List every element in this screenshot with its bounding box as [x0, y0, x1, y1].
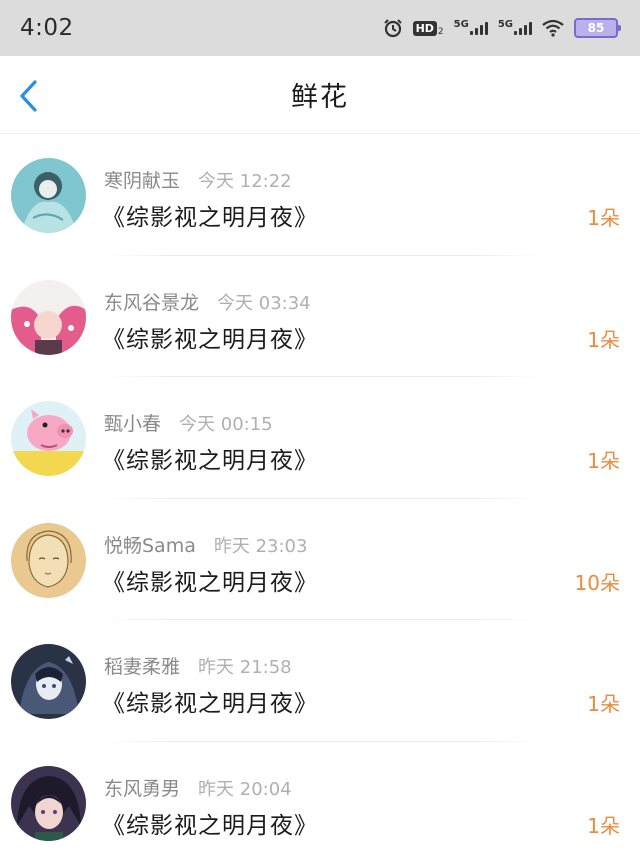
- item-meta: 悦畅Sama 昨天 23:03: [104, 531, 307, 558]
- alarm-icon: [383, 18, 403, 38]
- avatar[interactable]: [11, 401, 86, 476]
- timestamp: 今天 12:22: [198, 171, 292, 192]
- avatar[interactable]: [11, 522, 86, 598]
- timestamp: 昨天 20:04: [198, 778, 292, 800]
- book-title[interactable]: 《综影视之明月夜》: [102, 806, 318, 840]
- flower-list: 寒阴献玉 今天 12:22 《综影视之明月夜》 1朵 东风谷景龙 今天 03:3…: [0, 134, 640, 856]
- chevron-left-icon: [20, 80, 37, 112]
- page-title: 鲜花: [291, 82, 349, 113]
- timestamp: 昨天 23:03: [213, 535, 308, 557]
- book-title[interactable]: 《综影视之明月夜》: [102, 563, 318, 597]
- flower-count: 1朵: [587, 449, 620, 473]
- hd-sub-label: 2: [437, 27, 444, 37]
- wifi-icon: [542, 19, 564, 37]
- user-name[interactable]: 东风勇男: [104, 774, 180, 801]
- list-item[interactable]: 悦畅Sama 昨天 23:03 《综影视之明月夜》 10朵: [0, 499, 640, 620]
- network-label: 5G: [453, 18, 469, 30]
- list-item[interactable]: 东风勇男 昨天 20:04 《综影视之明月夜》 1朵: [0, 742, 640, 856]
- book-title[interactable]: 《综影视之明月夜》: [102, 320, 318, 354]
- list-item[interactable]: 稻妻柔雅 昨天 21:58 《综影视之明月夜》 1朵: [0, 620, 640, 742]
- back-button[interactable]: [12, 76, 46, 116]
- flower-count: 1朵: [587, 327, 620, 352]
- avatar[interactable]: [11, 158, 86, 233]
- user-name[interactable]: 寒阴献玉: [104, 166, 180, 193]
- list-item[interactable]: 东风谷景龙 今天 03:34 《综影视之明月夜》 1朵: [0, 256, 640, 377]
- timestamp: 今天 00:15: [179, 414, 273, 435]
- item-meta: 东风勇男 昨天 20:04: [104, 774, 292, 801]
- item-meta: 甄小春 今天 00:15: [104, 409, 273, 436]
- status-icons: HD 2 5G 5G 85: [383, 18, 621, 38]
- signal-5g-icon: 5G: [497, 18, 532, 35]
- hd-volte-icon: HD 2: [412, 19, 444, 37]
- avatar[interactable]: [11, 644, 86, 719]
- timestamp: 昨天 21:58: [198, 657, 292, 678]
- book-title[interactable]: 《综影视之明月夜》: [102, 684, 318, 718]
- flower-count: 10朵: [574, 570, 620, 595]
- battery-icon: 85: [574, 18, 621, 38]
- status-bar: 4:02 HD 2 5G 5G 85: [0, 0, 640, 56]
- item-meta: 寒阴献玉 今天 12:22: [104, 166, 292, 193]
- hd-label: HD: [412, 20, 437, 36]
- flower-count: 1朵: [587, 813, 620, 838]
- avatar[interactable]: [11, 765, 86, 841]
- user-name[interactable]: 稻妻柔雅: [104, 652, 180, 679]
- item-meta: 东风谷景龙 今天 03:34: [104, 288, 311, 315]
- network-label: 5G: [497, 18, 513, 30]
- item-meta: 稻妻柔雅 昨天 21:58: [104, 652, 292, 679]
- user-name[interactable]: 甄小春: [104, 409, 161, 436]
- timestamp: 今天 03:34: [217, 292, 311, 314]
- user-name[interactable]: 悦畅Sama: [104, 531, 196, 558]
- list-item[interactable]: 甄小春 今天 00:15 《综影视之明月夜》 1朵: [0, 377, 640, 499]
- list-item[interactable]: 寒阴献玉 今天 12:22 《综影视之明月夜》 1朵: [0, 134, 640, 256]
- book-title[interactable]: 《综影视之明月夜》: [102, 441, 318, 475]
- flower-count: 1朵: [587, 206, 620, 230]
- header: 鲜花: [0, 56, 640, 134]
- status-time: 4:02: [20, 15, 74, 41]
- signal-5g-icon: 5G: [453, 18, 488, 35]
- book-title[interactable]: 《综影视之明月夜》: [102, 198, 318, 232]
- user-name[interactable]: 东风谷景龙: [104, 288, 199, 315]
- flower-count: 1朵: [587, 692, 620, 716]
- avatar[interactable]: [11, 279, 86, 355]
